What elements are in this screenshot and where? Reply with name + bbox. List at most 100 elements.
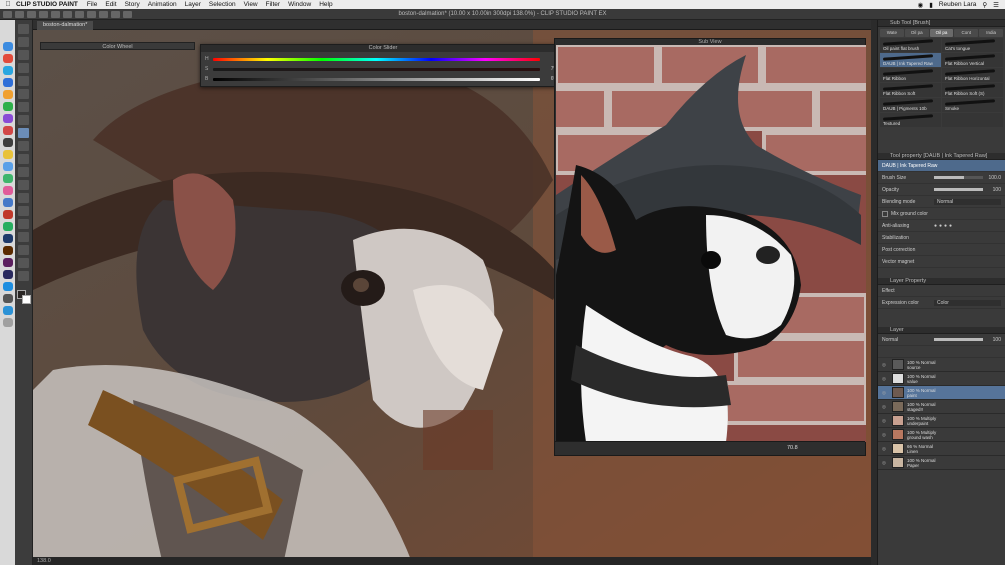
brush-item[interactable]: Cat's tongue (942, 38, 1003, 52)
ruler-tool-icon[interactable] (18, 258, 29, 268)
app-icon[interactable] (2, 138, 13, 147)
layer-row[interactable]: ◎ 100 % Normal source (878, 358, 1005, 372)
blend-tool-icon[interactable] (18, 180, 29, 190)
menu-file[interactable]: File (87, 1, 97, 8)
eye-icon[interactable]: ◎ (882, 390, 889, 396)
app-icon[interactable] (2, 114, 13, 123)
color-swatch[interactable] (16, 290, 31, 304)
brush-item[interactable]: Flat Ribbon (880, 68, 941, 82)
balloon-tool-icon[interactable] (18, 245, 29, 255)
text-tool-icon[interactable] (18, 232, 29, 242)
brush-size-value[interactable]: 100.0 (983, 175, 1001, 181)
menu-selection[interactable]: Selection (209, 1, 236, 8)
menu-list-icon[interactable]: ☰ (993, 1, 999, 9)
correct-line-tool-icon[interactable] (18, 271, 29, 281)
apple-menu-icon[interactable]:  (0, 1, 16, 8)
hue-slider[interactable] (213, 57, 540, 61)
zoom-tool-icon[interactable] (18, 24, 29, 34)
eyedropper-tool-icon[interactable] (18, 89, 29, 99)
opacity-value[interactable]: 100 (983, 187, 1001, 193)
tab-oil-paint-2[interactable]: Oil pa (929, 29, 954, 37)
tab-watercolor[interactable]: Wate (880, 29, 904, 37)
pen-tool-icon[interactable] (18, 102, 29, 112)
menu-view[interactable]: View (244, 1, 258, 8)
app-icon[interactable] (2, 90, 13, 99)
layer-opacity-value[interactable]: 100 (983, 337, 1001, 343)
menu-help[interactable]: Help (319, 1, 332, 8)
layer-row[interactable]: ◎ 100 % Normal value (878, 372, 1005, 386)
app-icon[interactable] (2, 210, 13, 219)
brush-size-slider[interactable] (934, 176, 983, 179)
brush-item[interactable]: Flat Ribbon Soft (S) (942, 83, 1003, 97)
eraser-tool-icon[interactable] (18, 167, 29, 177)
app-icon[interactable] (2, 66, 13, 75)
app-icon[interactable] (2, 78, 13, 87)
app-icon[interactable] (2, 186, 13, 195)
layer-property-header[interactable]: Layer Property (878, 278, 1005, 285)
canvas-zoom[interactable]: 138.0 (37, 558, 51, 564)
layer-opacity-slider[interactable] (934, 338, 983, 341)
reference-photo[interactable] (556, 45, 866, 442)
tab-conte[interactable]: Cont (954, 29, 979, 37)
operation-tool-icon[interactable] (18, 50, 29, 60)
tab-oil-paint-1[interactable]: Oil pa (904, 29, 929, 37)
brush-item[interactable]: Flat Ribbon Soft (880, 83, 941, 97)
brush-item[interactable]: Smoke (942, 98, 1003, 112)
decoration-tool-icon[interactable] (18, 154, 29, 164)
finder-icon[interactable] (2, 42, 13, 51)
menu-edit[interactable]: Edit (105, 1, 116, 8)
skype-icon[interactable] (2, 306, 13, 315)
menu-layer[interactable]: Layer (185, 1, 201, 8)
app-icon[interactable] (2, 198, 13, 207)
app-menu[interactable]: CLIP STUDIO PAINT (16, 1, 78, 8)
app-icon[interactable] (2, 102, 13, 111)
selection-tool-icon[interactable] (18, 63, 29, 73)
layer-row[interactable]: ◎ 100 % Multiply underpaint (878, 414, 1005, 428)
brush-item[interactable]: Oil paint flat brush (880, 38, 941, 52)
eye-icon[interactable]: ◎ (882, 362, 889, 368)
color-wheel-panel-header[interactable]: Color Wheel (40, 42, 195, 50)
wifi-icon[interactable]: ◉ (918, 1, 924, 9)
sub-view-zoom[interactable]: 70.8 (787, 445, 798, 451)
layer-panel-header[interactable]: Layer (878, 327, 1005, 334)
brush-item[interactable]: DAUB | Pigments 10b (880, 98, 941, 112)
fill-tool-icon[interactable] (18, 193, 29, 203)
saturation-slider[interactable] (213, 67, 540, 71)
sub-tool-panel-header[interactable]: Sub Tool [Brush] (878, 20, 1005, 27)
eye-icon[interactable]: ◎ (882, 376, 889, 382)
layer-blend-mode[interactable]: Normal (882, 337, 934, 343)
brightness-slider[interactable] (213, 77, 540, 81)
layer-row[interactable]: ◎ 100 % Normal Paper (878, 456, 1005, 470)
anti-aliasing-options[interactable]: ●●●● (934, 223, 954, 229)
brush-tool-icon[interactable] (18, 128, 29, 138)
menu-filter[interactable]: Filter (266, 1, 280, 8)
opacity-slider[interactable] (934, 188, 983, 191)
photoshop-icon[interactable] (2, 234, 13, 243)
illustrator-icon[interactable] (2, 246, 13, 255)
app-icon[interactable] (2, 150, 13, 159)
document-tab[interactable]: boston-dalmation* (37, 21, 94, 30)
battery-icon[interactable]: ▮ (929, 1, 933, 9)
menu-animation[interactable]: Animation (148, 1, 177, 8)
indesign-icon[interactable] (2, 258, 13, 267)
blending-mode-select[interactable]: Normal (934, 198, 1001, 205)
app-icon[interactable] (2, 174, 13, 183)
eye-icon[interactable]: ◎ (882, 460, 889, 466)
app-icon[interactable] (2, 54, 13, 63)
layer-row[interactable]: ◎ 100 % Multiply ground wash (878, 428, 1005, 442)
brush-item[interactable]: Flat Ribbon Horizontal (942, 68, 1003, 82)
tab-india-ink[interactable]: India (979, 29, 1003, 37)
app-icon[interactable] (2, 294, 13, 303)
menu-story[interactable]: Story (125, 1, 140, 8)
menu-window[interactable]: Window (288, 1, 311, 8)
tool-property-header[interactable]: Tool property [DAUB | Ink Tapered Raw] (878, 153, 1005, 160)
eye-icon[interactable]: ◎ (882, 432, 889, 438)
layer-row[interactable]: ◎ 100 % Normal staged!! (878, 400, 1005, 414)
trash-icon[interactable] (2, 318, 13, 327)
layer-row[interactable]: ◎ 66 % Normal Linen (878, 442, 1005, 456)
move-tool-icon[interactable] (18, 37, 29, 47)
eye-icon[interactable]: ◎ (882, 446, 889, 452)
eye-icon[interactable]: ◎ (882, 404, 889, 410)
eye-icon[interactable]: ◎ (882, 418, 889, 424)
app-icon[interactable] (2, 282, 13, 291)
